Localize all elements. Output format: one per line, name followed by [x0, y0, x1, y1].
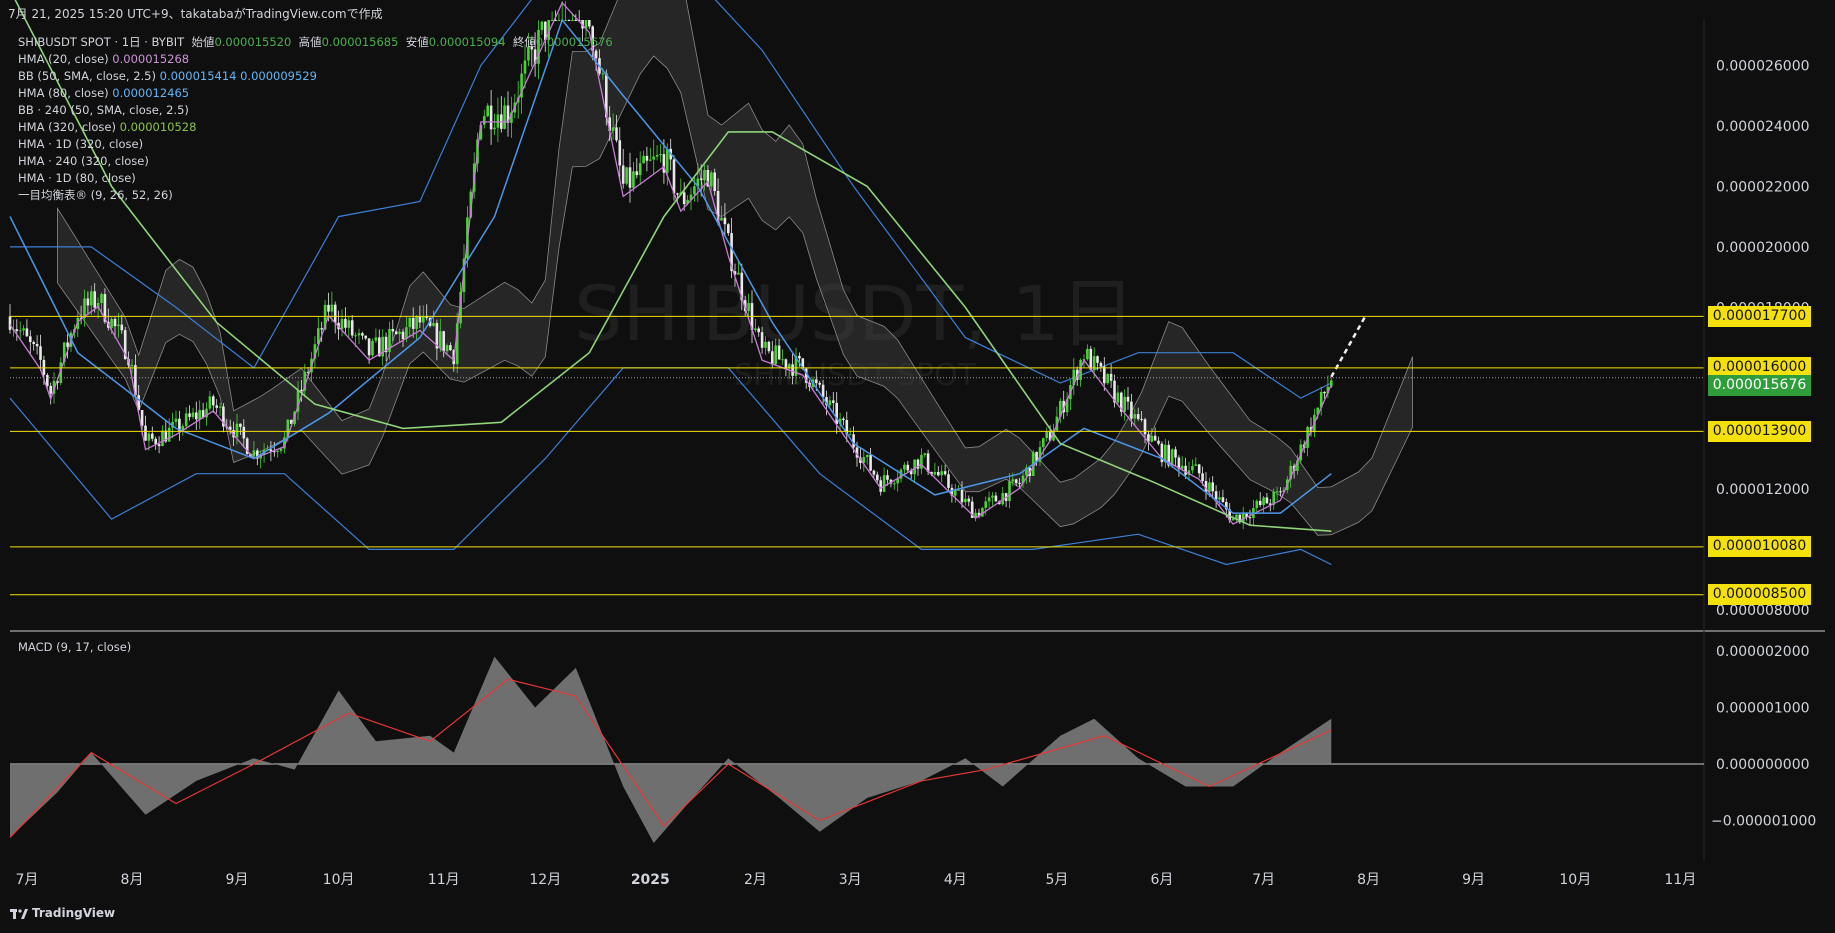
indicator-value: 0.000015414 0.000009529 [159, 69, 317, 83]
indicator-value: 0.000010528 [119, 120, 197, 134]
indicator-name: BB (50, SMA, close, 2.5) [18, 69, 156, 83]
tradingview-logo-icon [10, 908, 28, 919]
candle [1106, 373, 1109, 385]
price-tick-label: 0.000020000 [1716, 240, 1810, 256]
indicator-name: BB · 240 (50, SMA, close, 2.5) [18, 103, 189, 117]
open-label: 始値 [191, 35, 215, 49]
time-tick-label: 11月 [1664, 872, 1696, 888]
macd-legend[interactable]: MACD (9, 17, close) [18, 640, 131, 654]
indicator-row[interactable]: HMA · 1D (80, close) [18, 170, 613, 187]
indicator-row[interactable]: HMA · 1D (320, close) [18, 136, 613, 153]
time-tick-label: 8月 [121, 872, 144, 888]
low-value: 0.000015094 [428, 35, 506, 49]
indicator-row[interactable]: HMA (20, close) 0.000015268 [18, 51, 613, 68]
symbol-name: SHIBUSDT SPOT · 1日 · BYBIT [18, 35, 185, 49]
time-tick-label: 12月 [529, 872, 561, 888]
time-tick-label: 6月 [1150, 872, 1173, 888]
time-tick-label: 5月 [1045, 872, 1068, 888]
time-tick-label: 2月 [744, 872, 767, 888]
indicator-name: HMA (20, close) [18, 52, 109, 66]
level-price-tag: 0.000017700 [1708, 305, 1811, 327]
level-price-tag: 0.000010080 [1708, 536, 1811, 558]
price-tick-label: 0.000026000 [1716, 58, 1810, 74]
price-tick-label: 0.000008000 [1716, 603, 1810, 619]
price-tick-label: 0.000012000 [1716, 482, 1810, 498]
macd-tick-label: 0.000002000 [1716, 644, 1810, 660]
time-tick-label: 11月 [428, 872, 460, 888]
symbol-line[interactable]: SHIBUSDT SPOT · 1日 · BYBIT 始値0.000015520… [18, 34, 613, 51]
tradingview-brand[interactable]: TradingView [10, 906, 115, 920]
indicator-name: HMA (320, close) [18, 120, 116, 134]
open-value: 0.000015520 [214, 35, 292, 49]
macd-tick-label: 0.000000000 [1716, 757, 1810, 773]
candle [371, 338, 374, 358]
indicator-name: 一目均衡表® (9, 26, 52, 26) [18, 188, 173, 202]
indicator-row[interactable]: BB (50, SMA, close, 2.5) 0.000015414 0.0… [18, 68, 613, 85]
time-tick-label: 7月 [15, 872, 38, 888]
candle [1089, 345, 1093, 371]
time-tick-label: 10月 [323, 872, 355, 888]
indicator-list: HMA (20, close) 0.000015268 BB (50, SMA, … [18, 51, 613, 204]
chart-caption: 7月 21, 2025 15:20 UTC+9、takatabaがTrading… [8, 7, 383, 21]
candle [625, 166, 628, 186]
price-tick-label: 0.000024000 [1716, 119, 1810, 135]
level-price-tag: 0.000008500 [1708, 584, 1811, 606]
high-value: 0.000015685 [321, 35, 399, 49]
high-label: 高値 [298, 35, 322, 49]
close-label: 終値 [512, 35, 536, 49]
indicator-name: HMA · 1D (320, close) [18, 137, 144, 151]
low-label: 安値 [405, 35, 429, 49]
current-price-tag: 0.000015676 [1708, 375, 1811, 397]
price-tick-label: 0.000022000 [1716, 179, 1810, 195]
chart-legend: SHIBUSDT SPOT · 1日 · BYBIT 始値0.000015520… [18, 34, 613, 204]
indicator-row[interactable]: BB · 240 (50, SMA, close, 2.5) [18, 102, 613, 119]
indicator-row[interactable]: HMA · 240 (320, close) [18, 153, 613, 170]
time-tick-label: 9月 [1462, 872, 1485, 888]
time-tick-label: 2025 [631, 872, 670, 888]
time-tick-label: 8月 [1357, 872, 1380, 888]
indicator-value: 0.000015268 [112, 52, 190, 66]
close-value: 0.000015676 [535, 35, 613, 49]
indicator-name: HMA · 1D (80, close) [18, 171, 136, 185]
indicator-row[interactable]: 一目均衡表® (9, 26, 52, 26) [18, 187, 613, 204]
time-tick-label: 10月 [1559, 872, 1591, 888]
indicator-row[interactable]: HMA (80, close) 0.000012465 [18, 85, 613, 102]
brand-label: TradingView [32, 906, 116, 920]
indicator-row[interactable]: HMA (320, close) 0.000010528 [18, 119, 613, 136]
time-tick-label: 3月 [839, 872, 862, 888]
indicator-name: HMA (80, close) [18, 86, 109, 100]
indicator-value: 0.000012465 [112, 86, 190, 100]
candle [981, 507, 984, 517]
time-tick-label: 9月 [226, 872, 249, 888]
macd-tick-label: 0.000001000 [1716, 701, 1810, 717]
indicator-name: HMA · 240 (320, close) [18, 154, 149, 168]
time-tick-label: 7月 [1252, 872, 1275, 888]
level-price-tag: 0.000013900 [1708, 420, 1811, 442]
macd-tick-label: −0.000001000 [1711, 814, 1816, 830]
time-tick-label: 4月 [944, 872, 967, 888]
